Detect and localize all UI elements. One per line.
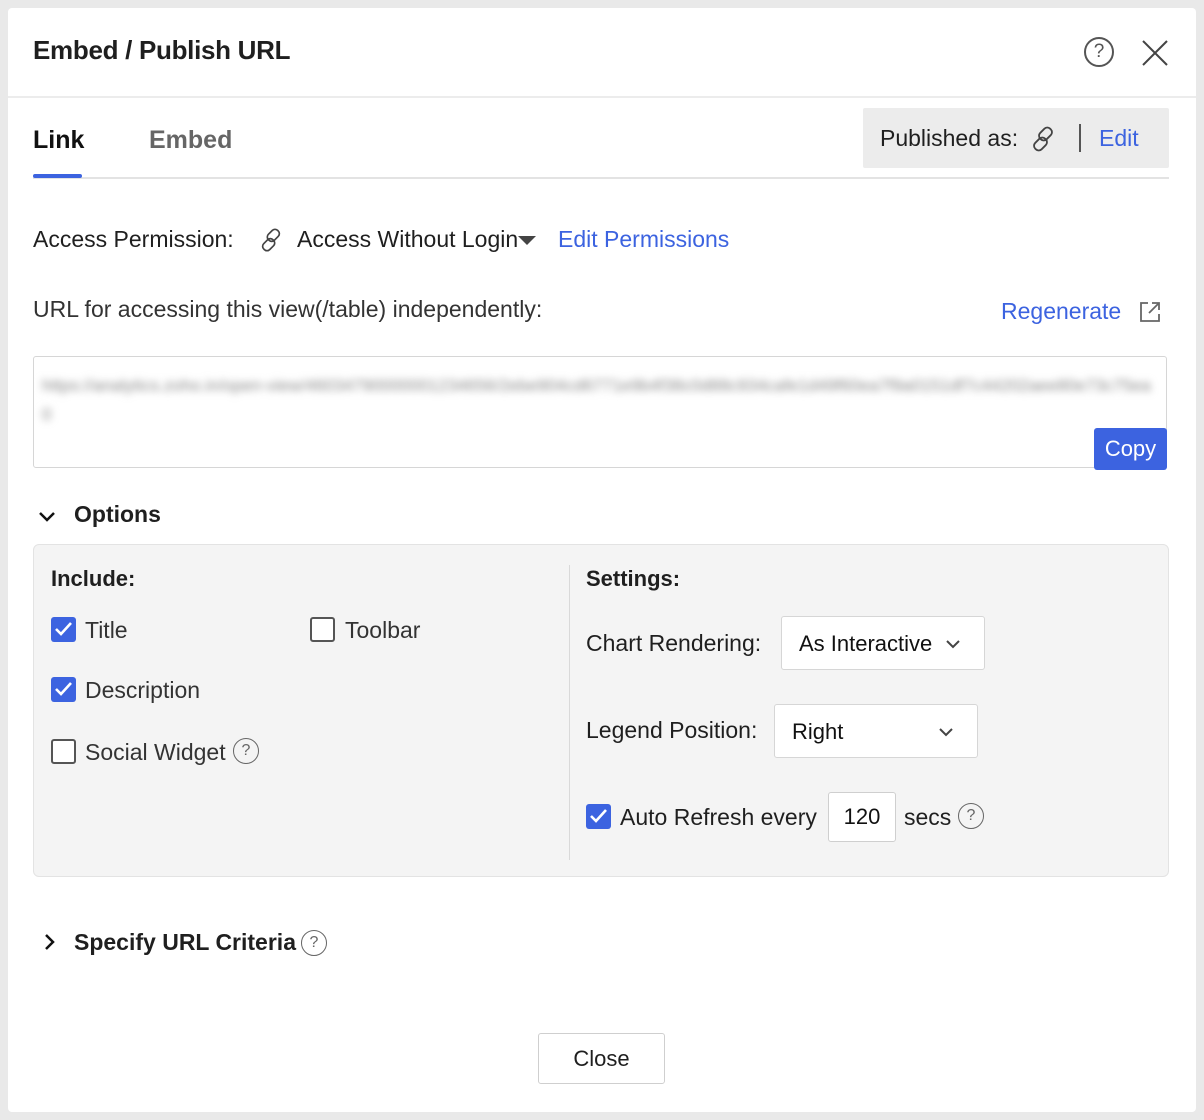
social-widget-help-icon[interactable]: ? bbox=[233, 738, 259, 764]
chart-rendering-select[interactable]: As Interactive bbox=[781, 616, 985, 670]
panel-divider bbox=[569, 565, 570, 860]
close-button[interactable]: Close bbox=[538, 1033, 665, 1084]
regenerate-link[interactable]: Regenerate bbox=[1001, 298, 1121, 325]
chevron-down-icon bbox=[946, 640, 960, 649]
published-as-panel: Published as: Edit bbox=[863, 108, 1169, 168]
link-icon bbox=[261, 228, 281, 252]
title-checkbox[interactable] bbox=[51, 617, 76, 642]
url-value: https://analytics.zoho.in/open-view/4603… bbox=[42, 376, 1151, 424]
chart-rendering-label: Chart Rendering: bbox=[586, 630, 762, 656]
open-external-icon[interactable] bbox=[1138, 300, 1162, 324]
include-title: Include: bbox=[51, 566, 136, 591]
url-criteria-help-icon[interactable]: ? bbox=[301, 930, 327, 956]
social-widget-checkbox-label: Social Widget bbox=[85, 739, 226, 765]
toolbar-checkbox[interactable] bbox=[310, 617, 335, 642]
dialog-header: Embed / Publish URL ? bbox=[8, 8, 1196, 98]
legend-position-value: Right bbox=[792, 719, 844, 744]
toolbar-checkbox-label: Toolbar bbox=[345, 617, 421, 643]
help-icon[interactable]: ? bbox=[1084, 37, 1114, 67]
options-section-title[interactable]: Options bbox=[74, 501, 161, 528]
separator bbox=[1079, 124, 1081, 152]
edit-permissions-link[interactable]: Edit Permissions bbox=[558, 226, 729, 253]
settings-title: Settings: bbox=[586, 566, 681, 591]
url-criteria-section-title[interactable]: Specify URL Criteria bbox=[74, 929, 296, 956]
auto-refresh-help-icon[interactable]: ? bbox=[958, 803, 984, 829]
access-permission-dropdown[interactable]: Access Without Login bbox=[297, 226, 518, 253]
published-as-label: Published as: bbox=[880, 125, 1019, 151]
legend-position-select[interactable]: Right bbox=[774, 704, 978, 758]
url-textbox[interactable]: https://analytics.zoho.in/open-view/4603… bbox=[33, 356, 1167, 468]
active-tab-indicator bbox=[33, 174, 82, 178]
edit-published-link[interactable]: Edit bbox=[1099, 125, 1139, 152]
chevron-down-icon[interactable] bbox=[38, 508, 56, 526]
chevron-right-icon[interactable] bbox=[41, 933, 59, 951]
auto-refresh-label: Auto Refresh every bbox=[620, 804, 817, 830]
chart-rendering-value: As Interactive bbox=[799, 631, 933, 656]
auto-refresh-checkbox[interactable] bbox=[586, 804, 611, 829]
auto-refresh-seconds-input[interactable]: 120 bbox=[828, 792, 896, 842]
close-icon[interactable] bbox=[1140, 38, 1170, 68]
options-panel: Include: Title Toolbar Description Socia… bbox=[33, 544, 1169, 877]
description-checkbox-label: Description bbox=[85, 677, 201, 703]
embed-publish-dialog: Embed / Publish URL ? Link Embed Publish… bbox=[8, 8, 1196, 1112]
access-permission-label: Access Permission: bbox=[33, 226, 234, 252]
auto-refresh-unit: secs bbox=[904, 804, 952, 830]
tabs-divider bbox=[33, 177, 1169, 179]
chevron-down-icon bbox=[939, 728, 953, 737]
caret-down-icon[interactable] bbox=[518, 236, 536, 245]
url-label: URL for accessing this view(/table) inde… bbox=[33, 296, 543, 322]
link-icon bbox=[1033, 126, 1053, 152]
copy-button[interactable]: Copy bbox=[1094, 428, 1167, 470]
tab-link[interactable]: Link bbox=[33, 126, 84, 155]
tab-embed[interactable]: Embed bbox=[149, 126, 232, 155]
description-checkbox[interactable] bbox=[51, 677, 76, 702]
legend-position-label: Legend Position: bbox=[586, 717, 758, 743]
social-widget-checkbox[interactable] bbox=[51, 739, 76, 764]
title-checkbox-label: Title bbox=[85, 617, 128, 643]
dialog-title: Embed / Publish URL bbox=[33, 35, 291, 65]
